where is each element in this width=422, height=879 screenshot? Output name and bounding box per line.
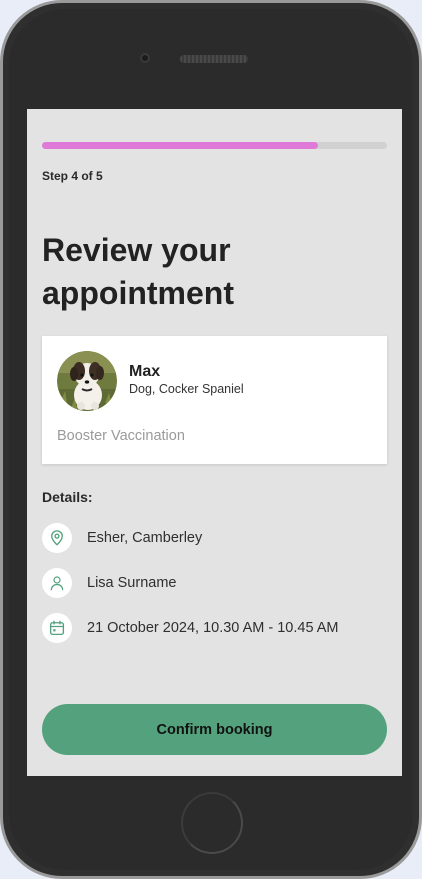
dog-photo-icon [57,351,117,411]
speaker-grille [180,55,248,63]
detail-vet-text: Lisa Surname [87,575,177,591]
pet-name: Max [129,363,161,380]
home-button[interactable] [181,792,243,854]
detail-location-text: Esher, Camberley [87,530,203,546]
progress-bar-fill [42,142,318,149]
app-screen: Step 4 of 5 Review your appointment Max … [27,109,402,776]
camera-icon [140,53,150,63]
detail-datetime-text: 21 October 2024, 10.30 AM - 10.45 AM [87,620,339,636]
person-icon [42,568,72,598]
step-indicator: Step 4 of 5 [42,169,103,183]
calendar-icon [42,613,72,643]
confirm-booking-button[interactable]: Confirm booking [42,704,387,755]
page-title: Review your appointment [42,232,234,311]
detail-datetime: 21 October 2024, 10.30 AM - 10.45 AM [42,613,339,643]
phone-frame: Step 4 of 5 Review your appointment Max … [0,0,422,879]
pet-card: Max Dog, Cocker Spaniel Booster Vaccinat… [42,336,387,464]
progress-bar [42,142,387,149]
service-name: Booster Vaccination [57,428,185,444]
details-heading: Details: [42,489,93,505]
detail-vet: Lisa Surname [42,568,176,598]
pet-avatar [57,351,117,411]
location-pin-icon [42,523,72,553]
detail-location: Esher, Camberley [42,523,202,553]
pet-breed: Dog, Cocker Spaniel [129,382,244,396]
